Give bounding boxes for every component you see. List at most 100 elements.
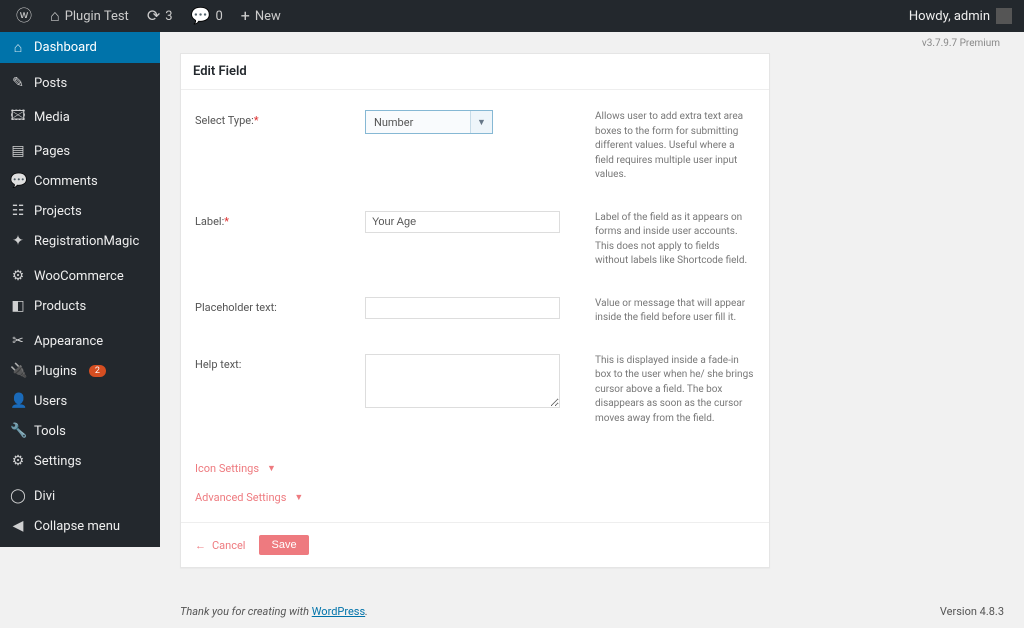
- comments-count: 0: [215, 9, 222, 24]
- sidebar-item-label: Pages: [34, 144, 70, 159]
- new-label: New: [255, 9, 281, 24]
- sidebar-item-settings[interactable]: ⚙ Settings: [0, 446, 160, 476]
- footer-version: Version 4.8.3: [940, 605, 1004, 618]
- chevron-down-icon: ▼: [470, 111, 492, 133]
- footer-thanks: Thank you for creating with WordPress.: [180, 605, 368, 618]
- field-row-type: Select Type:* Number ▼ Allows user to ad…: [195, 110, 755, 183]
- sidebar-item-label: Posts: [34, 76, 67, 91]
- field-help-label: Label of the field as it appears on form…: [595, 211, 755, 269]
- sidebar-item-label: Dashboard: [34, 40, 97, 55]
- select-type-value: Number: [366, 116, 470, 129]
- appearance-icon: ✂: [10, 333, 26, 349]
- placeholder-input[interactable]: [365, 297, 560, 319]
- label-input[interactable]: [365, 211, 560, 233]
- wordpress-link[interactable]: WordPress: [312, 605, 365, 618]
- admin-bar-left: ⓦ ⌂Plugin Test ⟳3 💬0 +New: [8, 0, 289, 32]
- sidebar-item-appearance[interactable]: ✂ Appearance: [0, 326, 160, 356]
- sidebar-item-label: WooCommerce: [34, 269, 124, 284]
- new-content-link[interactable]: + New: [233, 0, 289, 32]
- field-label-helptext: Help text:: [195, 354, 365, 371]
- sidebar-item-label: Tools: [34, 424, 66, 439]
- sidebar-item-products[interactable]: ◧ Products: [0, 291, 160, 321]
- sidebar-item-woocommerce[interactable]: ⚙ WooCommerce: [0, 261, 160, 291]
- tools-icon: 🔧: [10, 423, 26, 439]
- updates-icon: ⟳: [147, 8, 160, 24]
- cancel-link[interactable]: ← Cancel: [195, 539, 245, 552]
- sidebar-item-projects[interactable]: ☷ Projects: [0, 196, 160, 226]
- registrationmagic-icon: ✦: [10, 233, 26, 249]
- collapse-icon: ◀: [10, 518, 26, 534]
- sidebar-item-label: Plugins: [34, 364, 77, 379]
- sidebar-item-label: Users: [34, 394, 67, 409]
- updates-link[interactable]: ⟳3: [139, 0, 181, 32]
- cancel-label: Cancel: [212, 539, 245, 552]
- advanced-settings-accordion[interactable]: Advanced Settings ▼: [195, 483, 755, 512]
- admin-bar-right[interactable]: Howdy, admin: [909, 8, 1016, 24]
- comments-link[interactable]: 💬0: [183, 0, 231, 32]
- field-help-type: Allows user to add extra text area boxes…: [595, 110, 755, 183]
- field-row-label: Label:* Label of the field as it appears…: [195, 211, 755, 269]
- sidebar-item-comments[interactable]: 💬 Comments: [0, 166, 160, 196]
- sidebar-item-label: Appearance: [34, 334, 103, 349]
- admin-sidebar: ⌂ Dashboard ✎Posts 🖾 Media ▤ Pages 💬 Comment…: [0, 32, 160, 547]
- dashboard-icon: ⌂: [10, 39, 26, 56]
- field-help-placeholder: Value or message that will appear inside…: [595, 297, 755, 326]
- accordion-label: Advanced Settings: [195, 491, 286, 504]
- help-text-input[interactable]: [365, 354, 560, 408]
- plugins-icon: 🔌: [10, 363, 26, 379]
- version-tag: v3.7.9.7 Premium: [180, 32, 1004, 53]
- pages-icon: ▤: [10, 143, 26, 159]
- comments-icon: 💬: [10, 173, 26, 189]
- sidebar-item-plugins[interactable]: 🔌 Plugins 2: [0, 356, 160, 386]
- sidebar-item-label: Settings: [34, 454, 81, 469]
- settings-icon: ⚙: [10, 453, 26, 469]
- field-label-type: Select Type:*: [195, 110, 365, 127]
- panel-footer: ← Cancel Save: [181, 522, 769, 567]
- avatar: [996, 8, 1012, 24]
- sidebar-item-label: Divi: [34, 489, 55, 504]
- plugin-update-badge: 2: [89, 365, 106, 377]
- woocommerce-icon: ⚙: [10, 268, 26, 284]
- products-icon: ◧: [10, 298, 26, 314]
- caret-down-icon: ▼: [267, 463, 276, 474]
- field-label-placeholder: Placeholder text:: [195, 297, 365, 314]
- save-button[interactable]: Save: [259, 535, 308, 555]
- icon-settings-accordion[interactable]: Icon Settings ▼: [195, 454, 755, 483]
- howdy-text: Howdy, admin: [909, 9, 990, 24]
- wp-logo[interactable]: ⓦ: [8, 0, 40, 32]
- sidebar-item-label: RegistrationMagic: [34, 234, 139, 249]
- sidebar-item-label: Media: [34, 110, 70, 125]
- site-name: Plugin Test: [65, 9, 129, 24]
- plus-icon: +: [241, 8, 250, 24]
- site-name-link[interactable]: ⌂ Plugin Test: [42, 0, 137, 32]
- sidebar-item-posts[interactable]: ✎Posts: [0, 68, 160, 98]
- sidebar-item-label: Projects: [34, 204, 82, 219]
- field-row-placeholder: Placeholder text: Value or message that …: [195, 297, 755, 326]
- sidebar-item-label: Products: [34, 299, 86, 314]
- field-row-helptext: Help text: This is displayed inside a fa…: [195, 354, 755, 427]
- wordpress-icon: ⓦ: [16, 8, 32, 24]
- accordion-label: Icon Settings: [195, 462, 259, 475]
- media-icon: 🖾: [10, 105, 26, 129]
- main-content: v3.7.9.7 Premium Edit Field Select Type:…: [160, 32, 1024, 628]
- sidebar-item-collapse[interactable]: ◀ Collapse menu: [0, 511, 160, 541]
- updates-count: 3: [165, 9, 172, 24]
- comment-icon: 💬: [191, 8, 211, 24]
- users-icon: 👤: [10, 393, 26, 409]
- sidebar-item-label: Comments: [34, 174, 98, 189]
- sidebar-item-divi[interactable]: ◯ Divi: [0, 481, 160, 511]
- sidebar-item-pages[interactable]: ▤ Pages: [0, 136, 160, 166]
- field-help-helptext: This is displayed inside a fade-in box t…: [595, 354, 755, 427]
- home-icon: ⌂: [50, 8, 60, 24]
- sidebar-item-media[interactable]: 🖾 Media: [0, 98, 160, 136]
- select-type-dropdown[interactable]: Number ▼: [365, 110, 493, 134]
- sidebar-item-tools[interactable]: 🔧 Tools: [0, 416, 160, 446]
- sidebar-item-dashboard[interactable]: ⌂ Dashboard: [0, 32, 160, 63]
- sidebar-item-users[interactable]: 👤 Users: [0, 386, 160, 416]
- projects-icon: ☷: [10, 203, 26, 219]
- edit-field-panel: Edit Field Select Type:* Number ▼ Allows…: [180, 53, 770, 568]
- sidebar-item-label: Collapse menu: [34, 519, 120, 534]
- sidebar-item-registrationmagic[interactable]: ✦ RegistrationMagic: [0, 226, 160, 256]
- divi-icon: ◯: [10, 488, 26, 504]
- admin-bar: ⓦ ⌂Plugin Test ⟳3 💬0 +New Howdy, admin: [0, 0, 1024, 32]
